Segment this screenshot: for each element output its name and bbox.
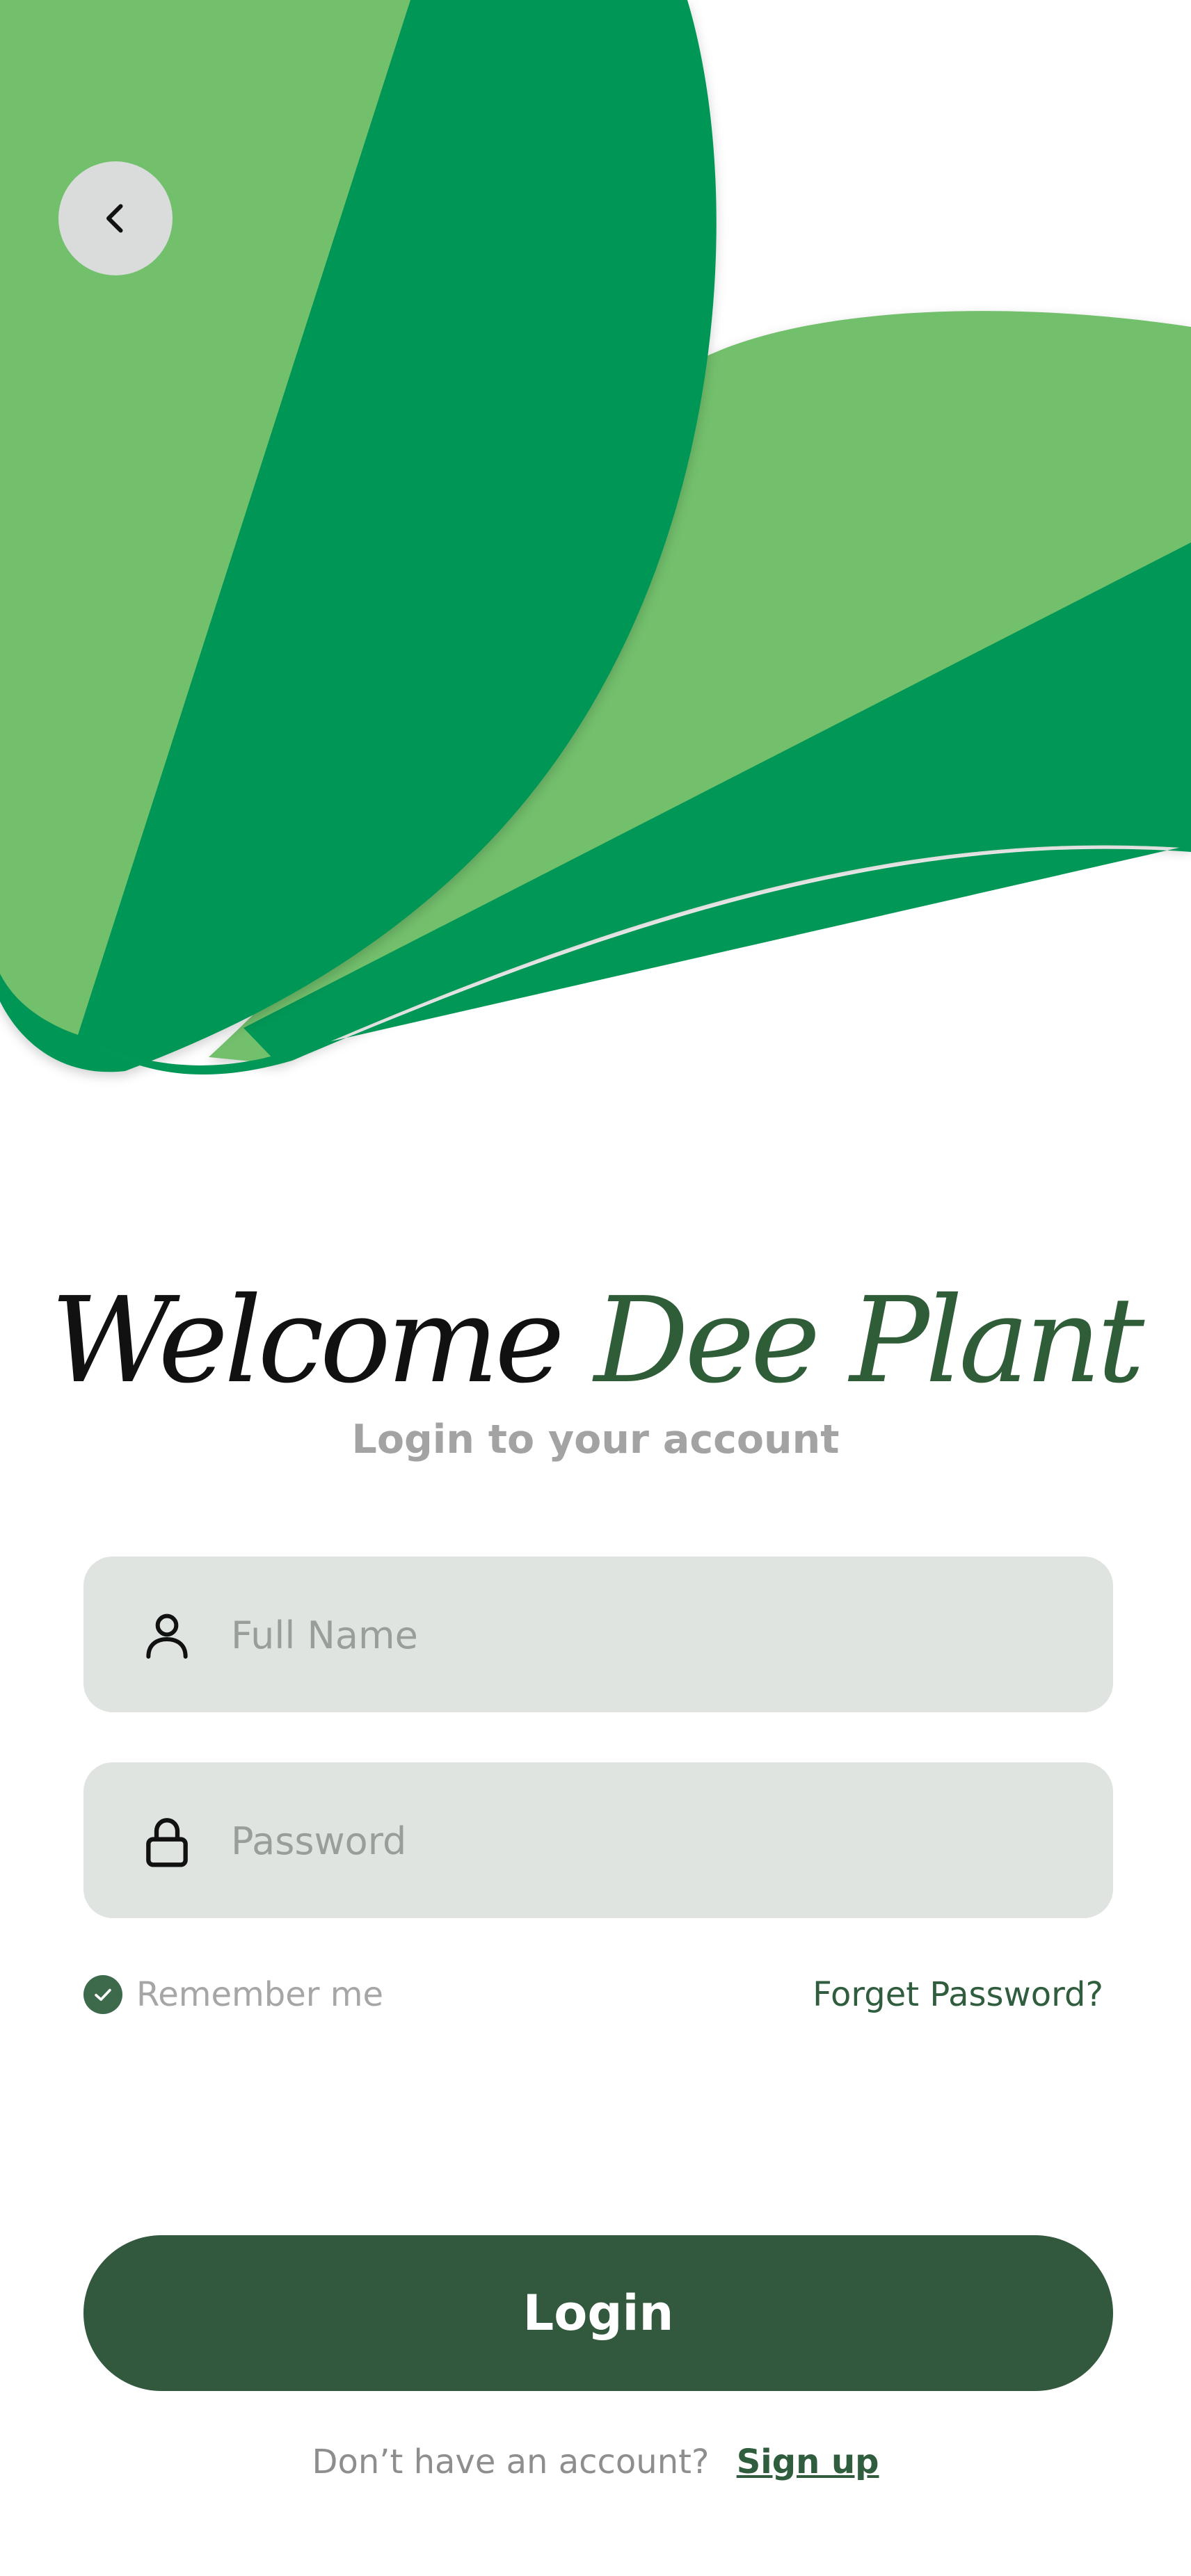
forget-password-link[interactable]: Forget Password? [813,1972,1103,2017]
back-button[interactable] [58,161,173,275]
leaf-illustration [0,0,1191,1075]
welcome-word: Welcome [50,1272,565,1410]
user-icon [146,1613,188,1659]
remember-me-label: Remember me [136,1975,384,2014]
signup-link[interactable]: Sign up [737,2442,879,2481]
remember-me-checkbox[interactable]: Remember me [83,1975,383,2014]
full-name-field[interactable] [83,1556,1113,1712]
full-name-input[interactable] [230,1600,1081,1671]
lock-icon [146,1818,188,1867]
checkbox-checked-icon[interactable] [83,1975,122,2014]
signup-prompt: Don’t have an account? Sign up [0,2440,1191,2484]
brand-name: Dee Plant [593,1272,1144,1410]
password-field[interactable] [83,1762,1113,1918]
welcome-title: Welcome Dee Plant [0,1264,1191,1417]
hero-illustration [0,0,1191,1113]
checkmark-icon [95,1988,111,2001]
login-subtitle: Login to your account [351,1417,840,1463]
password-input[interactable] [230,1805,1081,1876]
login-button[interactable]: Login [83,2235,1113,2391]
signup-question: Don’t have an account? [312,2442,710,2481]
chevron-left-icon [106,204,123,233]
